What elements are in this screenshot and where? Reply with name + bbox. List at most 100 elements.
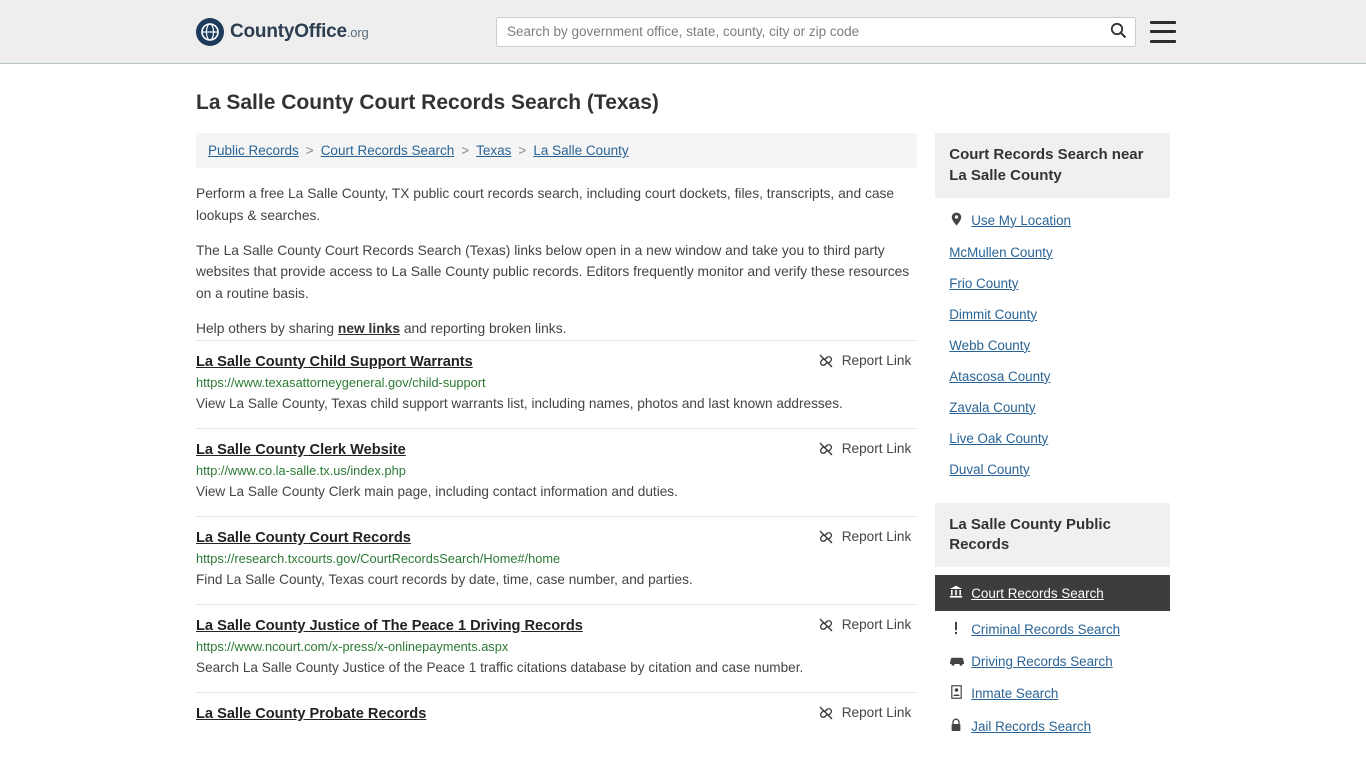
sidebar-item-driving-records-search[interactable]: Driving Records Search [935, 646, 1170, 677]
sidebar-item-jail-records-search[interactable]: Jail Records Search [935, 710, 1170, 743]
logo-tld: .org [346, 24, 369, 40]
sidebar-link-label[interactable]: Use My Location [971, 213, 1071, 228]
breadcrumb-separator: > [461, 143, 470, 159]
sidebar-item-zavala-county[interactable]: Zavala County [935, 392, 1170, 423]
logo-text: CountyOffice.org [230, 21, 369, 43]
broken-link-icon [818, 617, 834, 633]
result-title-link[interactable]: La Salle County Probate Records [196, 706, 426, 722]
result-title-link[interactable]: La Salle County Court Records [196, 530, 411, 546]
sidebar-link-label[interactable]: Dimmit County [949, 307, 1037, 322]
public-records-list: Court Records Search Criminal Records Se… [935, 567, 1170, 743]
search-bar[interactable] [496, 16, 1136, 47]
hamburger-menu-icon[interactable] [1150, 20, 1176, 43]
sidebar-link-label[interactable]: McMullen County [949, 245, 1052, 260]
breadcrumb-item-public-records[interactable]: Public Records [208, 143, 299, 158]
search-icon [1110, 22, 1127, 42]
breadcrumb-item-texas[interactable]: Texas [476, 143, 511, 158]
sidebar-item-duval-county[interactable]: Duval County [935, 454, 1170, 485]
search-button[interactable] [1101, 18, 1135, 46]
report-link-label: Report Link [841, 617, 912, 633]
sidebar-link-label[interactable]: Live Oak County [949, 431, 1048, 446]
intro-paragraph-1: Perform a free La Salle County, TX publi… [196, 186, 895, 223]
logo-name: CountyOffice [230, 20, 347, 42]
broken-link-icon [818, 529, 834, 545]
broken-link-icon [818, 441, 834, 457]
sidebar-item-frio-county[interactable]: Frio County [935, 268, 1170, 299]
new-links-link[interactable]: new links [338, 321, 400, 336]
sidebar-link-label[interactable]: Zavala County [949, 400, 1035, 415]
sidebar-link-label[interactable]: Inmate Search [971, 686, 1058, 701]
breadcrumb-item-court-records-search[interactable]: Court Records Search [321, 143, 455, 158]
sidebar-item-dimmit-county[interactable]: Dimmit County [935, 299, 1170, 330]
site-logo[interactable]: CountyOffice.org [196, 17, 369, 46]
sidebar-item-atascosa-county[interactable]: Atascosa County [935, 361, 1170, 392]
search-input[interactable] [497, 17, 1101, 46]
public-records-box: La Salle County Public Records Court Rec… [935, 502, 1170, 744]
result-description: Search La Salle County Justice of the Pe… [196, 659, 804, 675]
hamburger-bar [1150, 39, 1176, 43]
person-icon [949, 685, 963, 702]
report-link-label: Report Link [841, 529, 912, 545]
report-link-button[interactable]: Report Link [818, 705, 912, 721]
report-link-button[interactable]: Report Link [818, 617, 912, 633]
breadcrumb-item-la-salle-county[interactable]: La Salle County [533, 143, 628, 158]
result-description: View La Salle County Clerk main page, in… [196, 483, 678, 499]
nearby-search-box: Court Records Search near La Salle Count… [935, 133, 1170, 485]
result-title-link[interactable]: La Salle County Justice of The Peace 1 D… [196, 618, 583, 634]
result-url: https://www.texasattorneygeneral.gov/chi… [196, 374, 486, 390]
content-area: Public Records > Court Records Search > … [196, 133, 1170, 761]
hamburger-bar [1150, 20, 1176, 24]
bank-icon [949, 585, 963, 601]
car-icon [949, 655, 965, 669]
sidebar-item-criminal-records-search[interactable]: Criminal Records Search [935, 613, 1170, 646]
sidebar-link-label[interactable]: Driving Records Search [971, 654, 1112, 669]
location-pin-icon [949, 212, 963, 229]
report-link-label: Report Link [841, 353, 912, 369]
nearby-search-heading: Court Records Search near La Salle Count… [935, 133, 1170, 198]
broken-link-icon [818, 705, 834, 721]
sidebar-item-live-oak-county[interactable]: Live Oak County [935, 423, 1170, 454]
intro-paragraph-2: The La Salle County Court Records Search… [196, 243, 910, 301]
broken-link-icon [818, 353, 834, 369]
sidebar-link-label[interactable]: Atascosa County [949, 369, 1050, 384]
report-link-label: Report Link [841, 441, 912, 457]
breadcrumb: Public Records > Court Records Search > … [196, 133, 918, 169]
result-item: La Salle County Court Records https://re… [196, 515, 918, 604]
sidebar-link-label[interactable]: Jail Records Search [971, 719, 1091, 734]
public-records-heading: La Salle County Public Records [935, 502, 1170, 568]
sidebar-link-label[interactable]: Webb County [949, 338, 1030, 353]
exclamation-icon [949, 621, 963, 638]
result-title-link[interactable]: La Salle County Clerk Website [196, 442, 406, 458]
sidebar-link-label[interactable]: Duval County [949, 462, 1029, 477]
result-item: La Salle County Clerk Website http://www… [196, 427, 918, 516]
sidebar-item-mcmullen-county[interactable]: McMullen County [935, 237, 1170, 268]
result-title-link[interactable]: La Salle County Child Support Warrants [196, 354, 473, 370]
sidebar-item-webb-county[interactable]: Webb County [935, 330, 1170, 361]
result-item: La Salle County Justice of The Peace 1 D… [196, 603, 918, 692]
sidebar-link-label[interactable]: Frio County [949, 276, 1018, 291]
sidebar-link-label[interactable]: Criminal Records Search [971, 622, 1120, 637]
intro-paragraph-3: Help others by sharing new links and rep… [196, 318, 917, 339]
report-link-button[interactable]: Report Link [818, 441, 912, 457]
result-url: https://www.ncourt.com/x-press/x-onlinep… [196, 638, 509, 654]
page-body: La Salle County Court Records Search (Te… [0, 89, 1366, 761]
report-link-label: Report Link [841, 705, 912, 721]
hamburger-bar [1150, 30, 1176, 33]
site-header: CountyOffice.org [0, 0, 1366, 64]
breadcrumb-separator: > [305, 143, 314, 159]
lock-icon [949, 718, 963, 735]
report-link-button[interactable]: Report Link [818, 353, 912, 369]
result-item: La Salle County Child Support Warrants h… [196, 339, 918, 428]
share-text-after: and reporting broken links. [400, 321, 567, 337]
breadcrumb-separator: > [518, 143, 527, 159]
report-link-button[interactable]: Report Link [818, 529, 912, 545]
result-item: La Salle County Probate Records Report L… [196, 691, 918, 736]
share-text-before: Help others by sharing [196, 321, 338, 337]
result-description: Find La Salle County, Texas court record… [196, 571, 693, 587]
main-column: Public Records > Court Records Search > … [196, 133, 918, 761]
page-title: La Salle County Court Records Search (Te… [196, 91, 659, 114]
sidebar-item-use-my-location[interactable]: Use My Location [935, 204, 1170, 237]
sidebar-item-inmate-search[interactable]: Inmate Search [935, 677, 1170, 710]
sidebar-link-label[interactable]: Court Records Search [971, 586, 1103, 601]
sidebar-item-court-records-search[interactable]: Court Records Search [935, 575, 1170, 612]
